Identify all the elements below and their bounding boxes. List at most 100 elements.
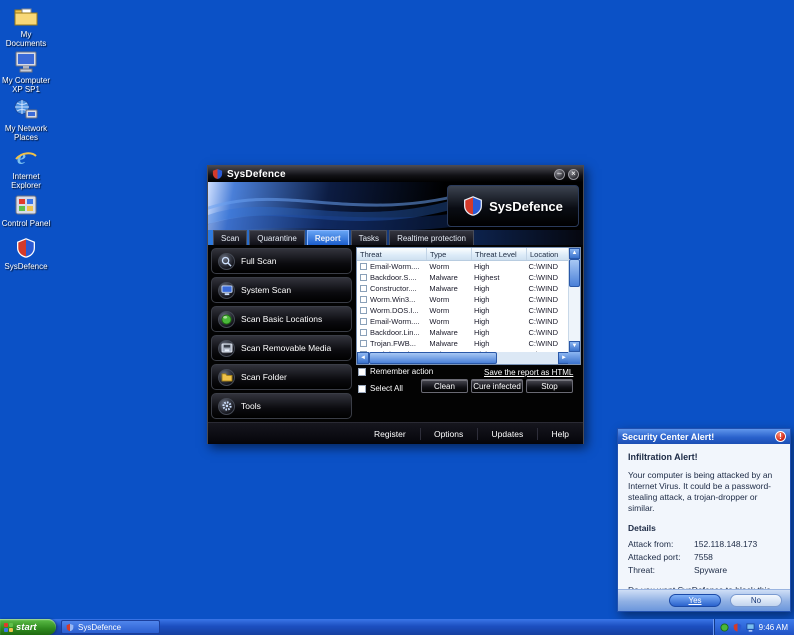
sidebar-item-scan-removable-media[interactable]: Scan Removable Media bbox=[211, 335, 352, 361]
cell-location: C:\WIND bbox=[525, 273, 570, 282]
row-checkbox[interactable] bbox=[360, 285, 367, 292]
row-checkbox[interactable] bbox=[360, 318, 367, 325]
alert-titlebar[interactable]: Security Center Alert! ! bbox=[618, 429, 790, 444]
window-content: Full Scan System Scan Scan Basic Locatio… bbox=[208, 245, 583, 422]
detail-label: Threat: bbox=[628, 565, 694, 576]
table-row[interactable]: Worm.DOS.I...WormHighC:\WIND bbox=[357, 305, 570, 316]
yes-button[interactable]: Yes bbox=[669, 594, 721, 607]
cell-level: High bbox=[471, 339, 525, 348]
start-button[interactable]: start bbox=[0, 619, 56, 635]
tab-scan[interactable]: Scan bbox=[213, 230, 247, 245]
desktop-icon-label: My Documents bbox=[0, 30, 52, 48]
sidebar-item-full-scan[interactable]: Full Scan bbox=[211, 248, 352, 274]
table-row[interactable]: Backdoor.S....MalwareHighestC:\WIND bbox=[357, 272, 570, 283]
desktop-icon-sysdefence[interactable]: SysDefence bbox=[0, 236, 52, 271]
vertical-scroll-thumb[interactable] bbox=[569, 259, 580, 287]
table-row[interactable]: Email-Worm....WormHighC:\WIND bbox=[357, 261, 570, 272]
row-checkbox[interactable] bbox=[360, 274, 367, 281]
cure-infected-button[interactable]: Cure infected bbox=[471, 379, 523, 393]
horizontal-scrollbar[interactable]: ◄ ► bbox=[357, 352, 570, 364]
cell-location: C:\WIND bbox=[525, 339, 570, 348]
horizontal-scroll-thumb[interactable] bbox=[369, 352, 497, 364]
scroll-down-icon[interactable]: ▼ bbox=[569, 341, 580, 352]
desktop-icon-my-network-places[interactable]: My Network Places bbox=[0, 98, 52, 142]
horizontal-scroll-track[interactable] bbox=[497, 352, 558, 364]
table-row[interactable]: Trojan.FWB...MalwareHighC:\WIND bbox=[357, 338, 570, 349]
row-checkbox[interactable] bbox=[360, 307, 367, 314]
column-header-location[interactable]: Location bbox=[527, 248, 570, 260]
column-header-threat[interactable]: Threat bbox=[357, 248, 427, 260]
taskbar-clock[interactable]: 9:46 AM bbox=[759, 623, 788, 632]
table-row[interactable]: Constructor....MalwareHighC:\WIND bbox=[357, 283, 570, 294]
desktop-icon-label: Internet Explorer bbox=[0, 172, 52, 190]
row-checkbox[interactable] bbox=[360, 329, 367, 336]
tab-tasks[interactable]: Tasks bbox=[351, 230, 387, 245]
help-button[interactable]: Help bbox=[538, 429, 583, 439]
updates-button[interactable]: Updates bbox=[478, 429, 538, 439]
sidebar-item-label: Scan Folder bbox=[241, 372, 287, 382]
table-row[interactable]: Backdoor.Lin...MalwareHighC:\WIND bbox=[357, 327, 570, 338]
select-all-checkbox[interactable]: Select All bbox=[358, 384, 403, 393]
sidebar-item-label: Scan Removable Media bbox=[241, 343, 331, 353]
tab-report[interactable]: Report bbox=[307, 230, 349, 245]
stop-button[interactable]: Stop bbox=[526, 379, 573, 393]
desktop-icon-internet-explorer[interactable]: e Internet Explorer bbox=[0, 146, 52, 190]
options-button[interactable]: Options bbox=[420, 429, 477, 439]
sysdefence-shield-icon bbox=[13, 236, 39, 260]
cell-location: C:\WIND bbox=[525, 284, 570, 293]
column-header-threat-level[interactable]: Threat Level bbox=[472, 248, 527, 260]
desktop-icon-control-panel[interactable]: Control Panel bbox=[0, 193, 52, 228]
tray-sysdefence-icon[interactable] bbox=[733, 623, 742, 632]
row-checkbox[interactable] bbox=[360, 340, 367, 347]
security-alert-popup: Security Center Alert! ! Infiltration Al… bbox=[617, 428, 791, 612]
cell-level: High bbox=[471, 317, 525, 326]
sidebar-item-scan-folder[interactable]: Scan Folder bbox=[211, 364, 352, 390]
documents-icon bbox=[13, 4, 39, 28]
save-report-link[interactable]: Save the report as HTML bbox=[484, 368, 573, 377]
sidebar-item-scan-basic-locations[interactable]: Scan Basic Locations bbox=[211, 306, 352, 332]
green-orb-icon bbox=[218, 311, 235, 328]
sidebar-item-system-scan[interactable]: System Scan bbox=[211, 277, 352, 303]
close-button[interactable]: × bbox=[568, 169, 579, 180]
desktop-icon-label: SysDefence bbox=[0, 262, 52, 271]
cell-level: High bbox=[471, 284, 525, 293]
windows-flag-icon bbox=[4, 623, 13, 632]
taskbar-shield-icon bbox=[66, 623, 74, 632]
remember-action-checkbox[interactable]: Remember action bbox=[358, 367, 433, 376]
alert-details-heading: Details bbox=[628, 523, 780, 534]
scroll-up-icon[interactable]: ▲ bbox=[569, 248, 580, 259]
register-button[interactable]: Register bbox=[360, 429, 420, 439]
window-footer: Register Options Updates Help bbox=[208, 422, 583, 444]
tray-status-icon[interactable] bbox=[720, 623, 729, 632]
desktop-icon-my-documents[interactable]: My Documents bbox=[0, 4, 52, 48]
cell-type: Malware bbox=[426, 328, 471, 337]
window-header: SysDefence bbox=[208, 182, 583, 230]
no-button[interactable]: No bbox=[730, 594, 782, 607]
cell-level: High bbox=[471, 262, 525, 271]
alert-heading: Infiltration Alert! bbox=[628, 452, 780, 463]
scrollbar-corner bbox=[568, 352, 580, 364]
tab-quarantine[interactable]: Quarantine bbox=[249, 230, 305, 245]
desktop-icon-my-computer[interactable]: My Computer XP SP1 bbox=[0, 50, 52, 94]
sidebar-item-tools[interactable]: Tools bbox=[211, 393, 352, 419]
taskbar-item-sysdefence[interactable]: SysDefence bbox=[61, 620, 160, 634]
table-row[interactable]: Worm.Win3...WormHighC:\WIND bbox=[357, 294, 570, 305]
table-row[interactable]: Email-Worm....WormHighC:\WIND bbox=[357, 316, 570, 327]
control-panel-icon bbox=[13, 193, 39, 217]
vertical-scroll-track[interactable] bbox=[569, 259, 580, 341]
cell-level: High bbox=[471, 306, 525, 315]
vertical-scrollbar[interactable]: ▲ ▼ bbox=[568, 248, 580, 352]
minimize-button[interactable]: – bbox=[554, 169, 565, 180]
tab-realtime-protection[interactable]: Realtime protection bbox=[389, 230, 474, 245]
column-header-type[interactable]: Type bbox=[427, 248, 472, 260]
cell-type: Malware bbox=[426, 273, 471, 282]
cell-threat: Backdoor.Lin... bbox=[370, 328, 426, 337]
tab-bar: Scan Quarantine Report Tasks Realtime pr… bbox=[208, 230, 583, 245]
clean-button[interactable]: Clean bbox=[421, 379, 468, 393]
scroll-left-icon[interactable]: ◄ bbox=[357, 352, 369, 364]
window-titlebar[interactable]: SysDefence – × bbox=[208, 166, 583, 182]
sidebar-item-label: Full Scan bbox=[241, 256, 276, 266]
tray-network-icon[interactable] bbox=[746, 623, 755, 632]
row-checkbox[interactable] bbox=[360, 296, 367, 303]
row-checkbox[interactable] bbox=[360, 263, 367, 270]
